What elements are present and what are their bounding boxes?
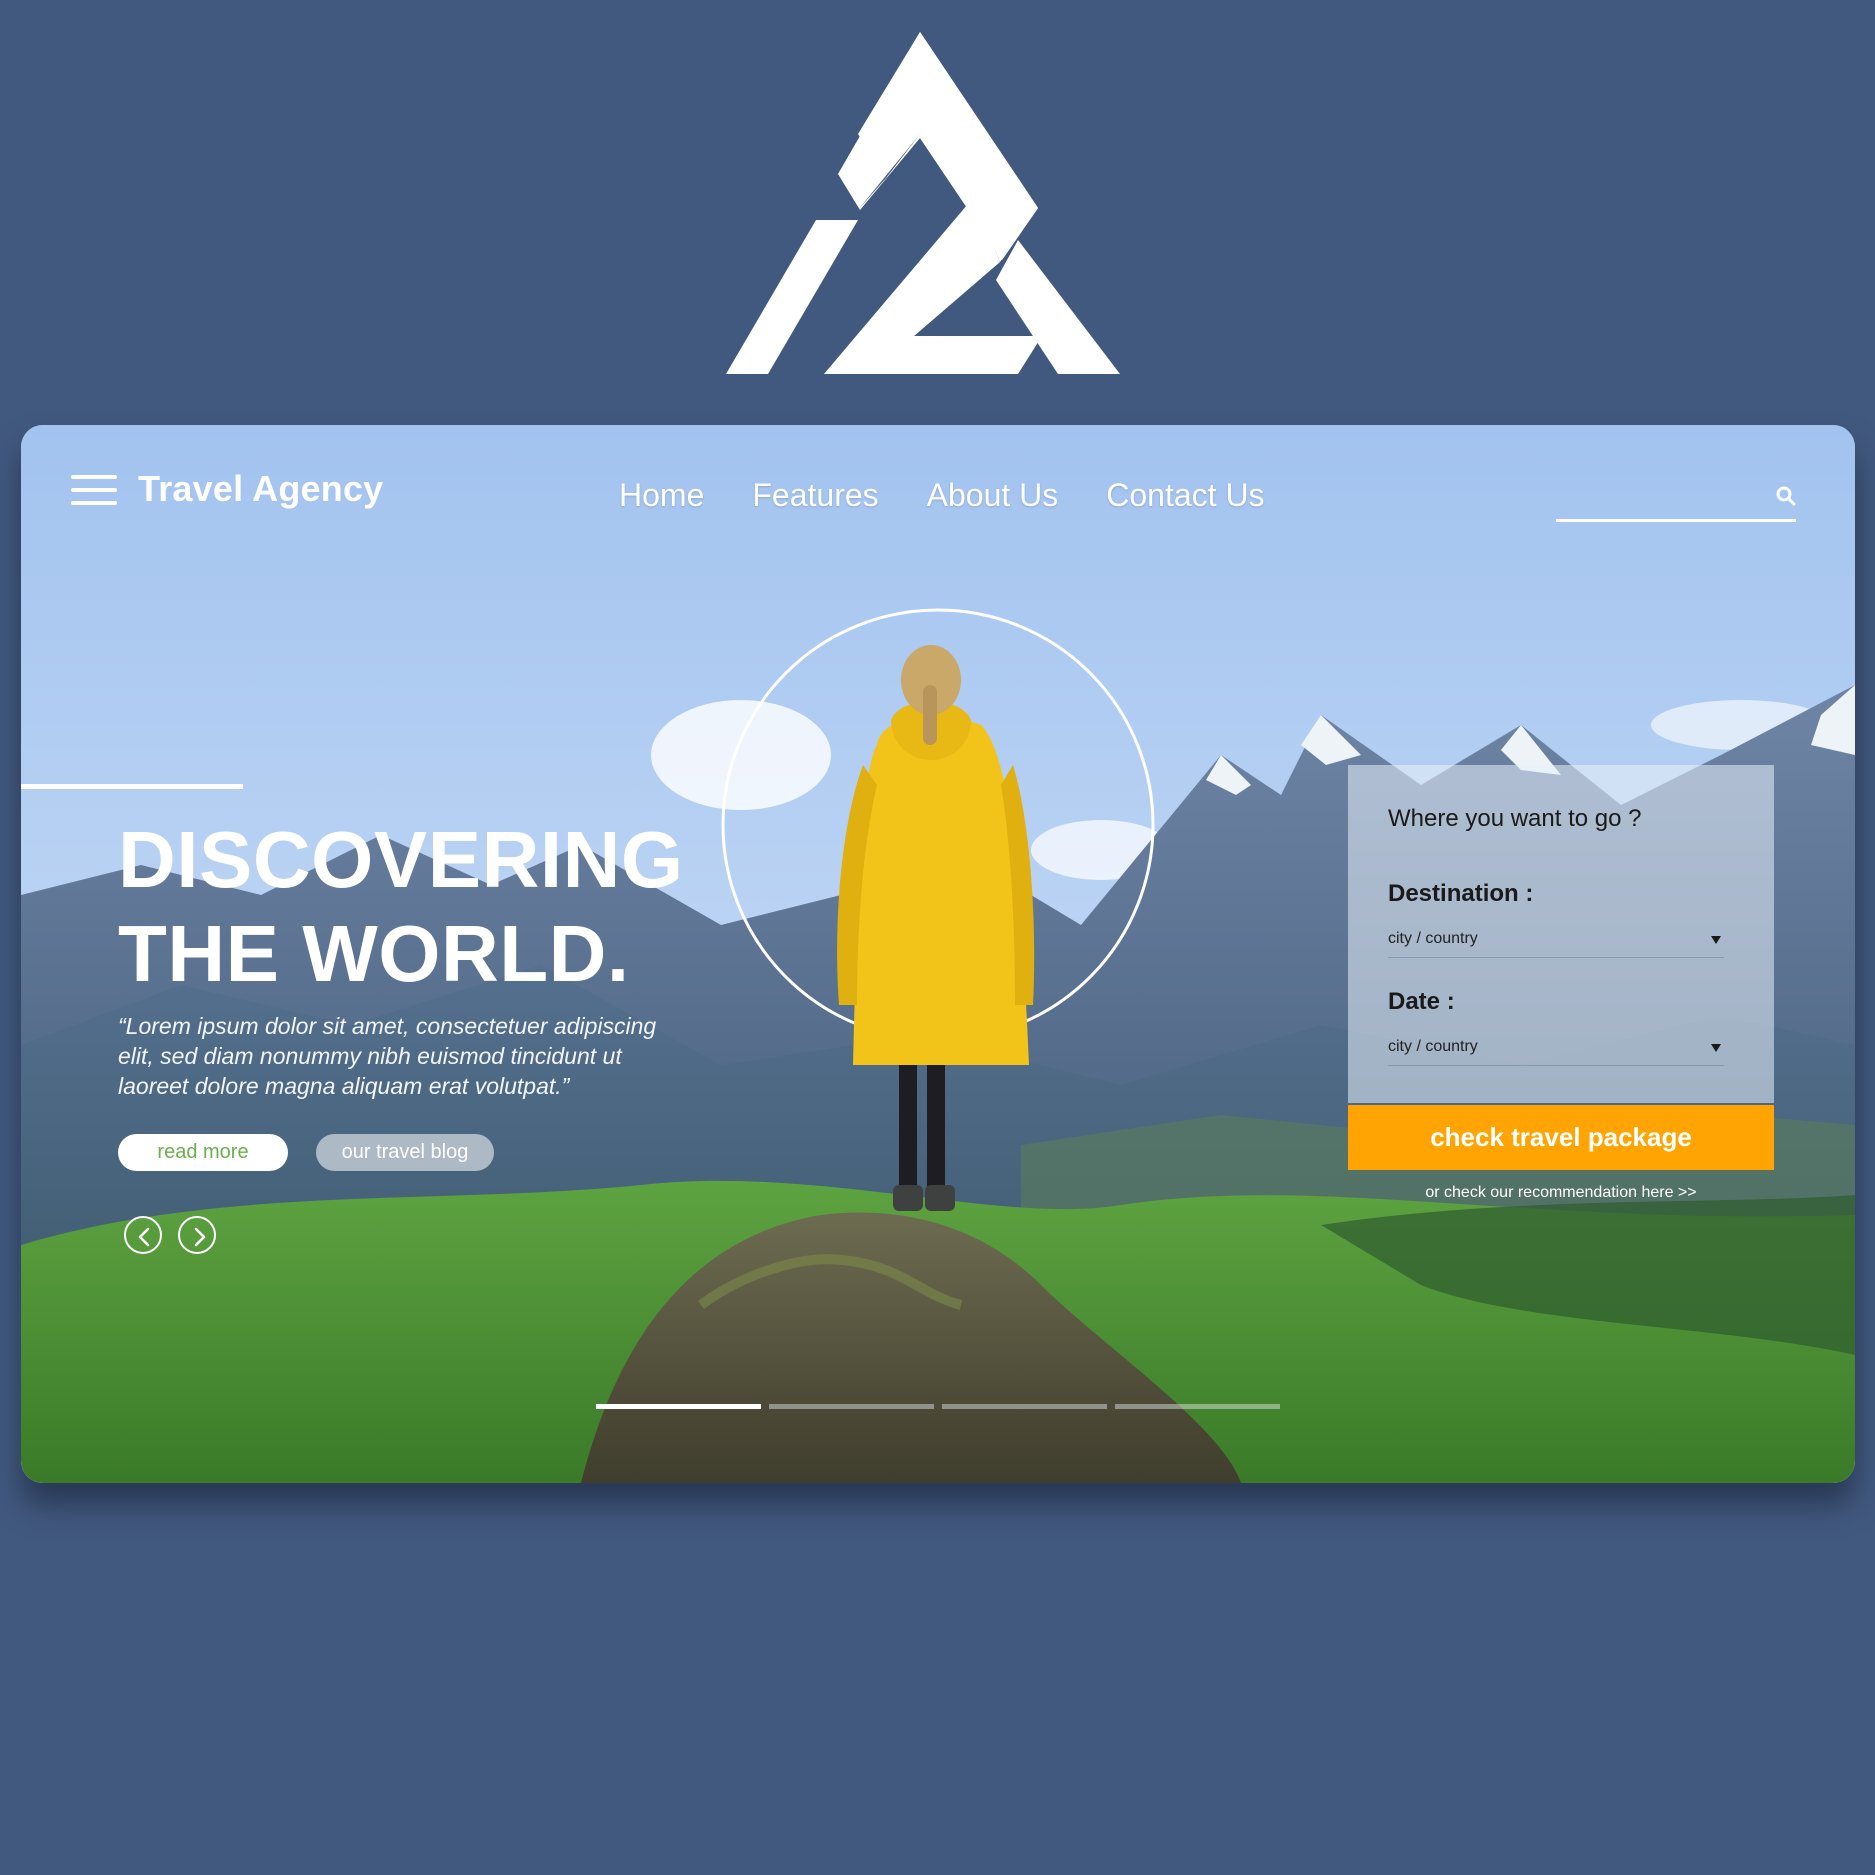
slide-indicator-1[interactable] — [596, 1404, 761, 1409]
search-box — [1556, 475, 1801, 525]
slide-indicator-4[interactable] — [1115, 1404, 1280, 1409]
nav-features[interactable]: Features — [752, 477, 878, 514]
destination-select[interactable]: city / country — [1388, 927, 1724, 958]
search-icon[interactable] — [1775, 485, 1797, 507]
nav-about-us[interactable]: About Us — [927, 477, 1059, 514]
travel-blog-button[interactable]: our travel blog — [316, 1134, 494, 1171]
read-more-button[interactable]: read more — [118, 1134, 288, 1171]
main-nav: Home Features About Us Contact Us — [619, 477, 1265, 514]
destination-label: Destination : — [1388, 880, 1534, 907]
date-select[interactable]: city / country — [1388, 1035, 1724, 1066]
headline-line-2: THE WORLD. — [118, 909, 630, 998]
date-label: Date : — [1388, 988, 1455, 1015]
headline-line-1: DISCOVERING — [118, 815, 684, 904]
slide-indicator-3[interactable] — [942, 1404, 1107, 1409]
nav-home[interactable]: Home — [619, 477, 704, 514]
triangle-mountain-logo-icon — [726, 32, 1120, 374]
caret-down-icon — [1711, 936, 1721, 944]
booking-form: Where you want to go ? Destination : cit… — [1348, 765, 1774, 1103]
recommendation-link[interactable]: or check our recommendation here >> — [1348, 1184, 1774, 1202]
nav-contact-us[interactable]: Contact Us — [1106, 477, 1264, 514]
search-input[interactable] — [1556, 475, 1796, 522]
slide-indicator-2[interactable] — [769, 1404, 934, 1409]
check-travel-package-button[interactable]: check travel package — [1348, 1105, 1774, 1170]
slide-indicator — [596, 1404, 1280, 1409]
accent-line — [21, 784, 243, 789]
hero-quote: “Lorem ipsum dolor sit amet, consectetue… — [118, 1011, 718, 1101]
prev-slide-button[interactable] — [124, 1216, 162, 1254]
quote-line-2: elit, sed diam nonummy nibh euismod tinc… — [118, 1043, 622, 1069]
hero-headline: DISCOVERING THE WORLD. — [118, 813, 758, 1001]
chevron-right-icon — [194, 1227, 206, 1247]
next-slide-button[interactable] — [178, 1216, 216, 1254]
date-value: city / country — [1388, 1038, 1478, 1055]
chevron-left-icon — [138, 1227, 150, 1247]
destination-value: city / country — [1388, 930, 1478, 947]
quote-line-1: “Lorem ipsum dolor sit amet, consectetue… — [118, 1013, 657, 1039]
hamburger-menu-icon[interactable] — [71, 475, 117, 507]
form-title: Where you want to go ? — [1388, 805, 1642, 832]
hero-card: Travel Agency Home Features About Us Con… — [21, 425, 1855, 1483]
caret-down-icon — [1711, 1044, 1721, 1052]
quote-line-3: laoreet dolore magna aliquam erat volutp… — [118, 1073, 570, 1099]
brand-name: Travel Agency — [138, 468, 384, 509]
